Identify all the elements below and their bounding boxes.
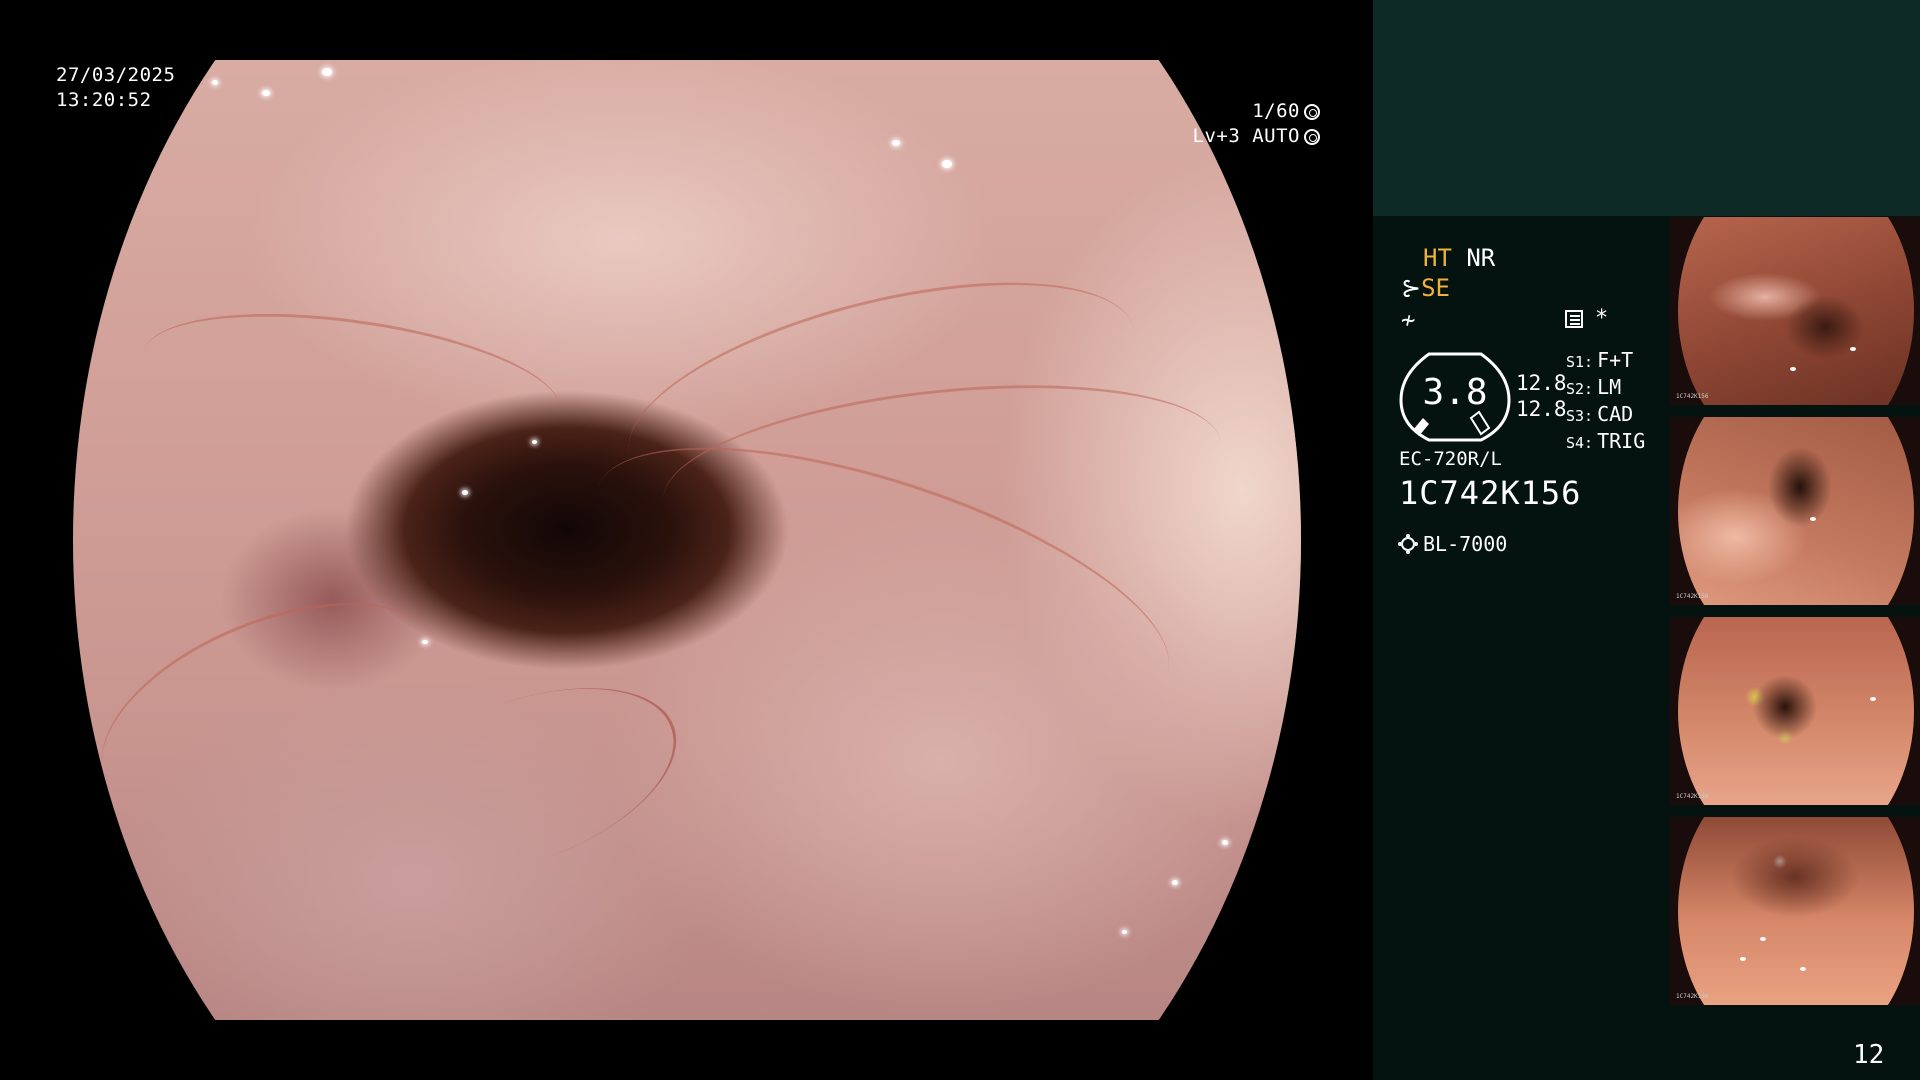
specular-highlight <box>1122 930 1127 934</box>
mucosal-fold <box>73 559 474 864</box>
thumbnail-image <box>1678 617 1914 805</box>
switch-setting-row: S3: CAD <box>1566 402 1634 426</box>
specular-highlight <box>942 160 952 168</box>
mucosal-fold <box>135 291 569 472</box>
specular-highlight <box>532 440 537 444</box>
menu-icon <box>1565 309 1583 328</box>
captured-thumbnail[interactable]: 1C742K156 <box>1670 817 1920 1005</box>
iris-label: Lv+3 AUTO <box>1192 125 1300 147</box>
se-label: SE <box>1421 274 1451 302</box>
light-source-icon <box>1401 537 1415 551</box>
switch-setting-row: S2: LM <box>1566 375 1622 399</box>
scope-serial-number: 1C742K156 <box>1399 474 1582 512</box>
structure-enhance-row: ⊱SE <box>1401 274 1450 302</box>
time-label: 13:20:52 <box>56 89 152 111</box>
specular-highlight <box>892 140 900 146</box>
specular-highlight <box>462 490 468 495</box>
endoscopic-image <box>73 60 1301 1020</box>
specular-highlight <box>262 90 270 96</box>
thumbnail-image <box>1678 817 1914 1005</box>
thumbnail-serial: 1C742K156 <box>1676 593 1709 600</box>
thumbnail-serial: 1C742K156 <box>1676 993 1709 1000</box>
specular-highlight <box>1172 880 1178 885</box>
thumbnail-image <box>1678 417 1914 605</box>
page-number: 12 <box>1853 1040 1885 1070</box>
asterisk-label: * <box>1595 306 1609 331</box>
thumbnail-image <box>1678 217 1914 405</box>
light-source-label: BL-7000 <box>1423 532 1508 556</box>
value-2: 12.8 <box>1516 397 1567 421</box>
captured-thumbnail[interactable]: 1C742K156 <box>1670 417 1920 605</box>
mucosal-fold <box>655 361 1229 582</box>
iris-icon <box>1304 128 1320 145</box>
enhance-values: 12.8 12.8 <box>1516 370 1567 422</box>
scope-switch-settings: S1: F+T S2: LM S3: CAD S4: TRIG <box>1566 348 1645 456</box>
captured-thumbnail[interactable]: 1C742K156 <box>1670 217 1920 405</box>
color-freq-icon: ≁ <box>1401 306 1416 334</box>
mucosal-fold <box>565 392 1199 771</box>
menu-row: * <box>1565 306 1608 331</box>
structure-enhance-icon: ⊱ <box>1401 274 1422 302</box>
date-label: 27/03/2025 <box>56 64 176 86</box>
value-1: 12.8 <box>1516 371 1567 395</box>
mucosal-fold <box>607 239 1157 544</box>
thumbnail-serial: 1C742K156 <box>1676 393 1709 400</box>
shutter-speed-label: 1/60 <box>1252 100 1300 122</box>
specular-highlight <box>422 640 428 644</box>
shutter-icon <box>1304 103 1320 120</box>
processing-modes: HT NR <box>1423 244 1495 272</box>
switch-setting-row: S1: F+T <box>1566 348 1634 372</box>
light-source-row: BL-7000 <box>1401 532 1507 556</box>
magnification-value: 3.8 <box>1422 372 1488 413</box>
ht-label: HT <box>1423 244 1452 272</box>
panel-header-area <box>1373 0 1920 216</box>
endoscopy-monitor: 27/03/2025 13:20:52 1/60 Lv+3 AUTO HT NR… <box>0 0 1920 1080</box>
specular-highlight <box>212 80 218 85</box>
date-time-display: 27/03/2025 13:20:52 <box>56 63 175 113</box>
info-side-panel: HT NR ⊱SE ≁ * 3.8 12.8 12.8 S1: F+T S2: LM… <box>1373 0 1920 1080</box>
exposure-display: 1/60 Lv+3 AUTO <box>1170 99 1320 149</box>
mucosal-fold <box>342 651 702 912</box>
nr-label: NR <box>1466 244 1496 272</box>
captured-thumbnail[interactable]: 1C742K156 <box>1670 617 1920 805</box>
specular-highlight <box>1222 840 1228 845</box>
scope-model: EC-720R/L <box>1399 448 1502 470</box>
thumbnail-serial: 1C742K156 <box>1676 793 1709 800</box>
main-endoscopic-view: 27/03/2025 13:20:52 1/60 Lv+3 AUTO <box>0 0 1373 1080</box>
switch-setting-row: S4: TRIG <box>1566 429 1646 453</box>
specular-highlight <box>322 68 332 76</box>
color-freq-row: ≁ <box>1401 306 1415 334</box>
